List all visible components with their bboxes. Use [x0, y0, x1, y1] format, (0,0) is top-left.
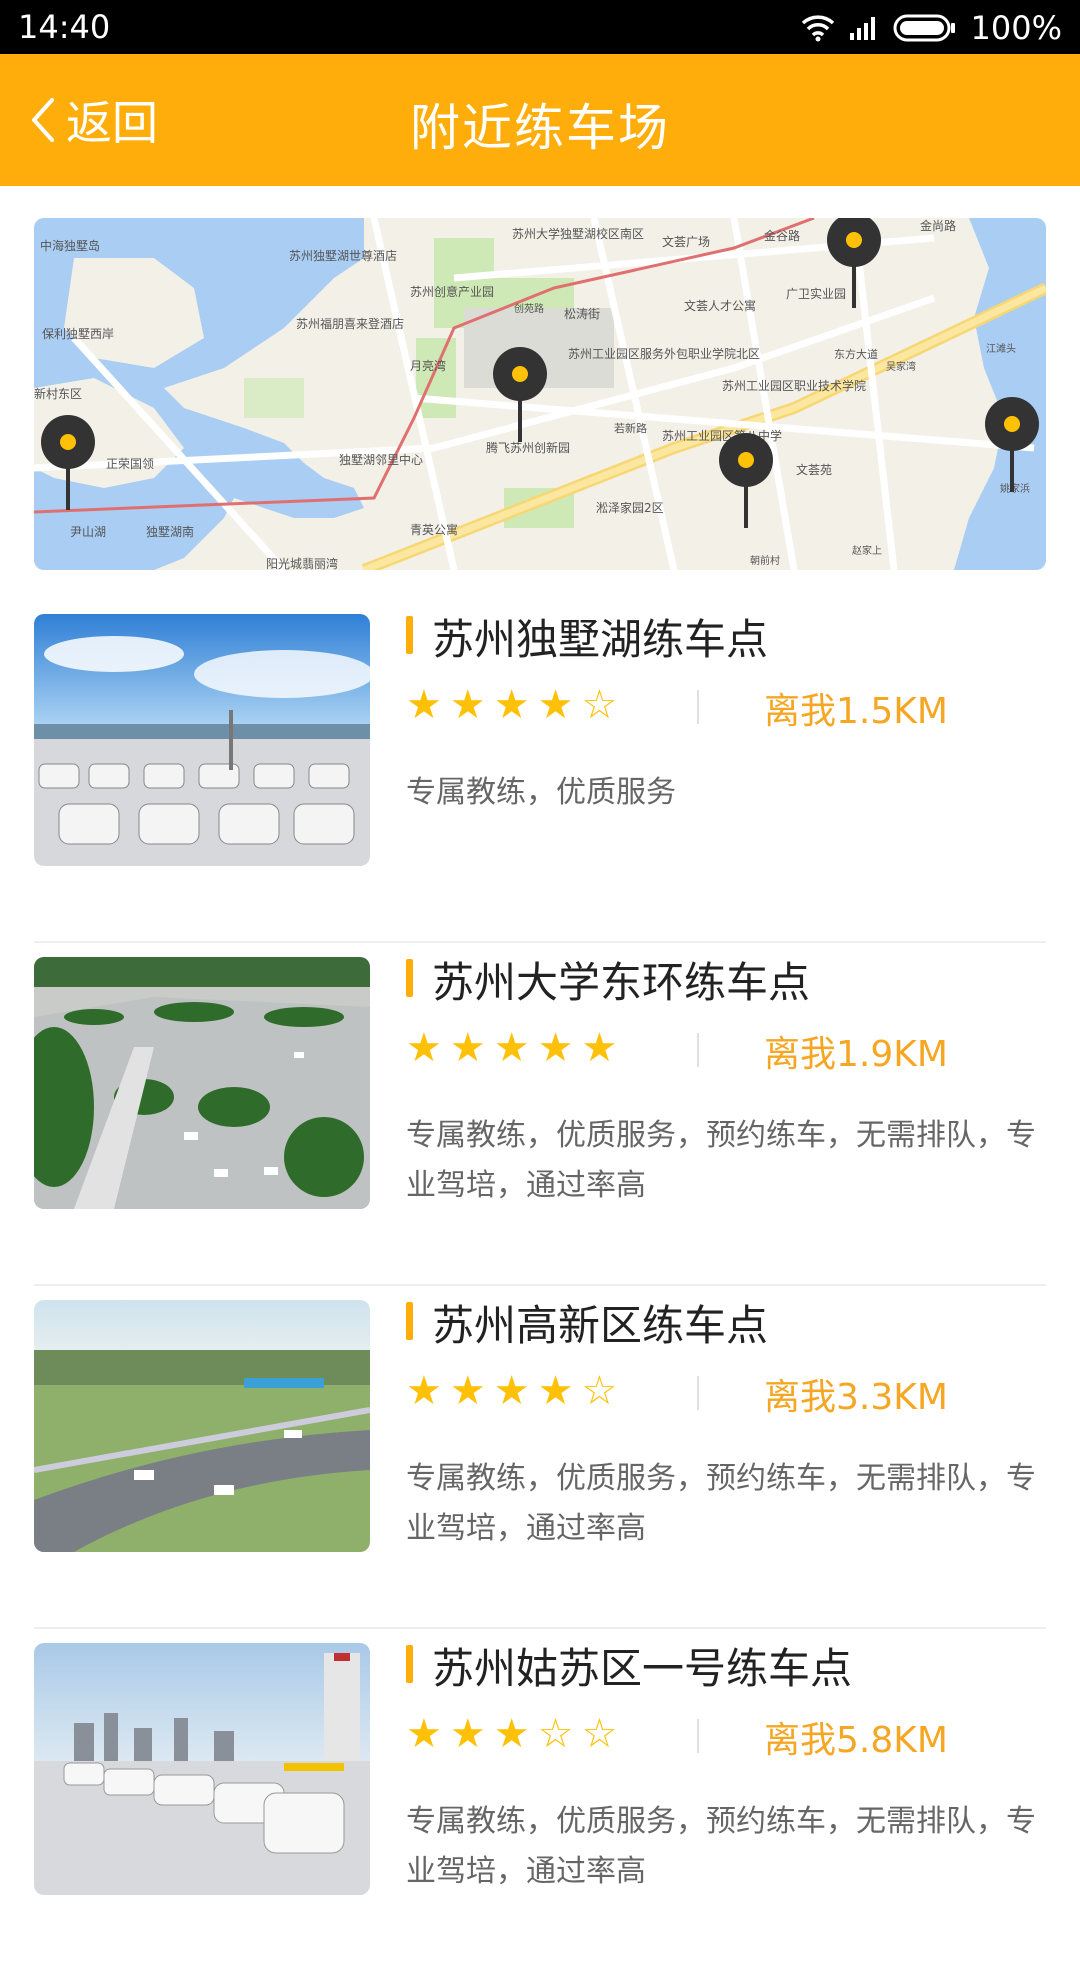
venue-name: 苏州姑苏区一号练车点 — [432, 1644, 853, 1693]
map-label: 苏州创意产业园 — [410, 284, 494, 299]
title-accent — [406, 1302, 413, 1340]
venue-photo — [34, 957, 370, 1209]
map-label: 青英公寓 — [410, 522, 458, 537]
map-pin-5[interactable] — [984, 396, 1040, 496]
star-icon: ★ — [449, 1368, 486, 1414]
status-time: 14:40 — [18, 8, 111, 46]
list-item[interactable]: 苏州独墅湖练车点 ★ ★ ★ ★ ☆ 离我1.5KM 专属教练，优质服务 — [0, 600, 1080, 943]
star-icon: ★ — [406, 1368, 442, 1414]
distance-label: 离我5.8KM — [764, 1720, 948, 1761]
star-icon: ★ — [406, 1025, 442, 1071]
map-label: 淞泽家园2区 — [596, 500, 664, 515]
page-title: 附近练车场 — [410, 99, 670, 157]
divider — [697, 690, 699, 724]
star-icon: ★ — [449, 682, 486, 728]
divider — [697, 1376, 699, 1410]
map-label: 苏州大学独墅湖校区南区 — [512, 226, 644, 241]
map-pin-1[interactable] — [40, 414, 96, 514]
distance-label: 离我1.5KM — [764, 691, 948, 732]
map-label: 若新路 — [614, 421, 647, 435]
list-item[interactable]: 苏州姑苏区一号练车点 ★ ★ ★ ☆ ☆ 离我5.8KM 专属教练，优质服务，预约练车，… — [0, 1629, 1080, 1972]
rating-stars: ★ ★ ★ ★ ☆ — [406, 1370, 617, 1412]
star-icon: ★ — [406, 1711, 442, 1757]
star-icon: ★ — [406, 682, 442, 728]
rating-stars: ★ ★ ★ ★ ☆ — [406, 684, 617, 726]
map-label: 金尚路 — [920, 218, 956, 233]
distance-label: 离我3.3KM — [764, 1377, 948, 1418]
map-label: 松涛街 — [564, 306, 600, 321]
map-label: 尹山湖 — [70, 524, 106, 539]
map-label: 苏州独墅湖世尊酒店 — [289, 248, 397, 263]
star-icon: ★ — [537, 1025, 574, 1071]
star-icon: ★ — [493, 1711, 530, 1757]
star-outline-icon: ☆ — [581, 1711, 618, 1757]
star-outline-icon: ☆ — [581, 682, 618, 728]
star-icon: ★ — [449, 1711, 486, 1757]
title-accent — [406, 1645, 413, 1683]
status-bar: 14:40 100% — [0, 0, 1080, 54]
map-label: 朝前村 — [750, 554, 780, 567]
map-label: 保利独墅西岸 — [42, 327, 114, 341]
star-outline-icon: ☆ — [581, 1368, 618, 1414]
venue-name: 苏州高新区练车点 — [432, 1301, 769, 1350]
star-icon: ★ — [493, 682, 530, 728]
map-label: 创苑路 — [514, 302, 544, 315]
map-label: 江滩头 — [986, 342, 1016, 355]
map-pin-4[interactable] — [826, 218, 882, 312]
title-accent — [406, 616, 413, 654]
venue-photo — [34, 1643, 370, 1895]
map-pin-2[interactable] — [492, 346, 548, 446]
divider — [697, 1719, 699, 1753]
venue-description: 专属教练，优质服务，预约练车，无需排队，专业驾培，通过率高 — [406, 1804, 1036, 1889]
map-label: 文荟广场 — [662, 234, 710, 249]
app-bar: 返回 附近练车场 — [0, 54, 1080, 186]
map-label: 独墅湖邻里中心 — [339, 452, 423, 467]
map-label: 苏州工业园区服务外包职业学院北区 — [568, 346, 760, 361]
signal-icon — [849, 17, 875, 40]
title-accent — [406, 959, 413, 997]
map-label: 独墅湖南 — [146, 524, 194, 539]
battery-percent: 100% — [970, 9, 1062, 47]
venue-description: 专属教练，优质服务 — [406, 775, 676, 810]
venue-description: 专属教练，优质服务，预约练车，无需排队，专业驾培，通过率高 — [406, 1118, 1036, 1203]
list-item[interactable]: 苏州高新区练车点 ★ ★ ★ ★ ☆ 离我3.3KM 专属教练，优质服务，预约练车，无需… — [0, 1286, 1080, 1629]
map-label: 文荟人才公寓 — [684, 298, 756, 313]
star-outline-icon: ☆ — [537, 1711, 574, 1757]
venue-description: 专属教练，优质服务，预约练车，无需排队，专业驾培，通过率高 — [406, 1461, 1036, 1546]
venue-photo — [34, 614, 370, 866]
venue-photo — [34, 1300, 370, 1552]
distance-label: 离我1.9KM — [764, 1034, 948, 1075]
map-label: 赵家上 — [852, 544, 882, 557]
map-label: 苏州福朋喜来登酒店 — [296, 316, 404, 331]
map-label: 正荣国领 — [106, 457, 154, 471]
map-label: 中海独墅岛 — [40, 238, 100, 253]
venue-name: 苏州独墅湖练车点 — [432, 615, 769, 664]
map-label: 文荟苑 — [796, 462, 832, 477]
status-icons: 100% — [801, 6, 1062, 50]
star-icon: ★ — [493, 1368, 530, 1414]
map-label: 月亮湾 — [410, 358, 446, 373]
star-icon: ★ — [449, 1025, 486, 1071]
map-label: 阳光城翡丽湾 — [266, 556, 338, 570]
map-label: 吴家湾 — [886, 360, 916, 373]
map-label: 东方大道 — [834, 347, 878, 361]
wifi-icon — [801, 15, 834, 42]
divider — [697, 1033, 699, 1067]
map-label: 金谷路 — [764, 228, 800, 243]
map-label: 苏州工业园区职业技术学院 — [722, 378, 866, 393]
venue-name: 苏州大学东环练车点 — [432, 958, 811, 1007]
list-item[interactable]: 苏州大学东环练车点 ★ ★ ★ ★ ★ 离我1.9KM 专属教练，优质服务，预约练车，无… — [0, 943, 1080, 1286]
star-icon: ★ — [537, 682, 574, 728]
rating-stars: ★ ★ ★ ☆ ☆ — [406, 1713, 617, 1755]
map-view[interactable]: 中海独墅岛 苏州独墅湖世尊酒店 苏州福朋喜来登酒店 保利独墅西岸 新村东区 正荣… — [34, 218, 1046, 570]
battery-icon — [893, 14, 955, 42]
star-icon: ★ — [537, 1368, 574, 1414]
rating-stars: ★ ★ ★ ★ ★ — [406, 1027, 617, 1069]
map-label: 新村东区 — [34, 386, 82, 401]
star-icon: ★ — [493, 1025, 530, 1071]
map-pin-3[interactable] — [718, 432, 774, 532]
star-icon: ★ — [581, 1025, 618, 1071]
